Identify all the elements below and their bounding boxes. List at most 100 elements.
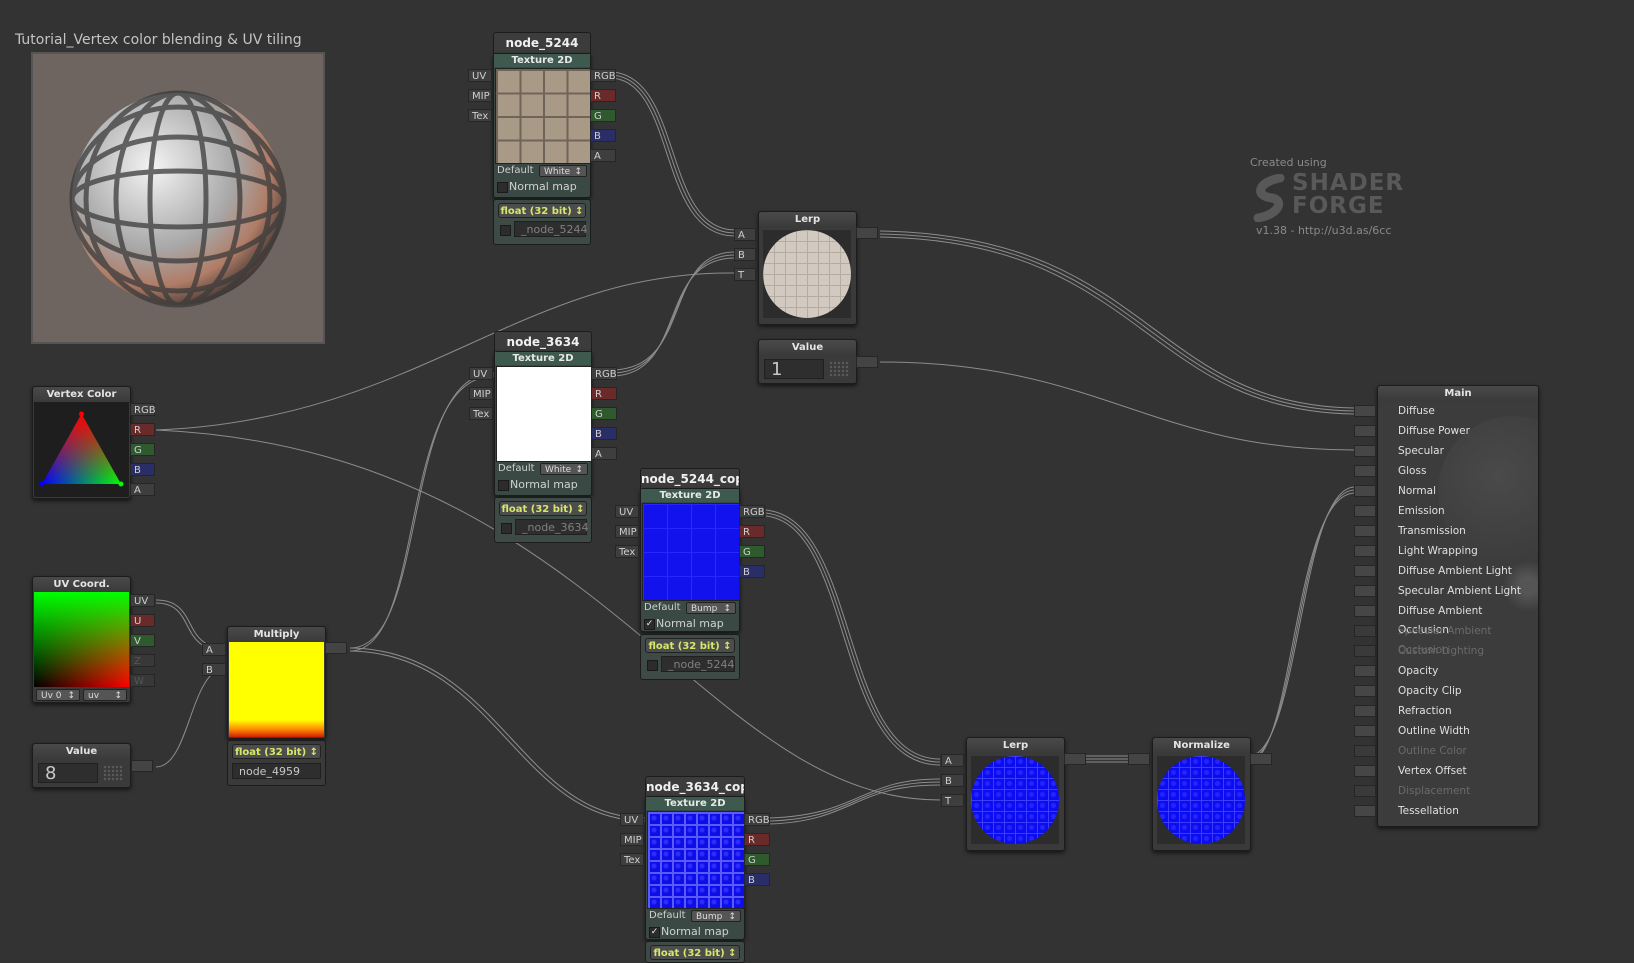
port-g[interactable]: G (130, 443, 155, 456)
port-mip[interactable]: MIP (620, 833, 644, 846)
main-input-port[interactable] (1354, 645, 1376, 657)
output-port[interactable] (1064, 753, 1086, 765)
output-port[interactable] (856, 356, 878, 368)
port-tex[interactable]: Tex (620, 853, 644, 866)
main-input-specular-ambient-light[interactable]: Specular Ambient Light (1378, 582, 1536, 601)
default-dropdown[interactable]: Bump ↕ (691, 910, 741, 922)
main-input-opacity[interactable]: Opacity (1378, 662, 1536, 681)
main-input-port[interactable] (1354, 405, 1376, 417)
port-b[interactable]: B (739, 565, 765, 578)
port-tex[interactable]: Tex (469, 407, 493, 420)
input-port[interactable] (1128, 753, 1150, 765)
output-port[interactable] (325, 642, 347, 654)
node-title[interactable]: node_3634 (494, 331, 592, 353)
normal-map-checkbox[interactable] (498, 480, 509, 491)
main-input-port[interactable] (1354, 625, 1376, 637)
main-input-port[interactable] (1354, 465, 1376, 477)
main-input-port[interactable] (1354, 665, 1376, 677)
main-input-port[interactable] (1354, 565, 1376, 577)
port-uv[interactable]: UV (469, 367, 493, 380)
precision-dropdown[interactable]: float (32 bit) ↕ (645, 638, 735, 653)
main-input-opacity-clip[interactable]: Opacity Clip (1378, 682, 1536, 701)
main-input-specular-ambient-occlusion[interactable]: Specular Ambient Occlusion (1378, 622, 1536, 656)
port-uv[interactable]: UV (468, 69, 492, 82)
port-r[interactable]: R (739, 525, 765, 538)
port-uv[interactable]: UV (615, 505, 639, 518)
uv-coord-node[interactable]: UV Coord. Uv 0 ↕ uv ↕ (32, 576, 131, 703)
main-input-port[interactable] (1354, 705, 1376, 717)
default-dropdown[interactable]: White ↕ (539, 165, 587, 177)
port-rgb[interactable]: RGB (744, 813, 770, 826)
property-checkbox[interactable] (501, 523, 512, 534)
normal-map-checkbox[interactable] (497, 182, 508, 193)
port-tex[interactable]: Tex (615, 545, 639, 558)
texture2d-node[interactable]: Texture 2D Default Bump ↕ ✓ Normal map (645, 796, 745, 940)
port-b[interactable]: B (130, 463, 155, 476)
port-v[interactable]: V (130, 634, 155, 647)
value-field[interactable]: 8 (38, 763, 98, 784)
lerp-node-top[interactable]: Lerp (758, 211, 857, 325)
main-input-port[interactable] (1354, 745, 1376, 757)
main-input-port[interactable] (1354, 425, 1376, 437)
main-input-outline-color[interactable]: Outline Color (1378, 742, 1536, 761)
property-name-field[interactable]: _node_5244 (661, 656, 735, 672)
port-u[interactable]: U (130, 614, 155, 627)
vertex-color-node[interactable]: Vertex Color (32, 386, 131, 499)
port-a[interactable]: A (734, 228, 756, 241)
port-a[interactable]: A (202, 643, 226, 656)
multiply-node[interactable]: Multiply (227, 626, 326, 739)
main-input-port[interactable] (1354, 505, 1376, 517)
port-t[interactable]: T (734, 268, 756, 281)
port-r[interactable]: R (130, 423, 155, 436)
material-preview[interactable] (31, 52, 325, 344)
texture2d-node[interactable]: Texture 2D Default Bump ↕ ✓ Normal map (640, 488, 740, 632)
node-title[interactable]: node_3634_copy (645, 776, 745, 798)
main-input-port[interactable] (1354, 785, 1376, 797)
node-title[interactable]: node_5244 (493, 32, 591, 54)
port-rgb[interactable]: RGB (130, 403, 156, 416)
port-b[interactable]: B (744, 873, 770, 886)
main-input-port[interactable] (1354, 585, 1376, 597)
main-input-emission[interactable]: Emission (1378, 502, 1536, 521)
drag-handle-icon[interactable] (829, 361, 849, 377)
uv-channel-dropdown[interactable]: Uv 0 ↕ (36, 689, 80, 701)
port-g[interactable]: G (739, 545, 765, 558)
property-name-field[interactable]: _node_3634 (515, 519, 588, 535)
main-input-port[interactable] (1354, 765, 1376, 777)
value-field[interactable]: 1 (764, 359, 824, 380)
main-input-diffuse-ambient-light[interactable]: Diffuse Ambient Light (1378, 562, 1536, 581)
port-r[interactable]: R (591, 387, 617, 400)
port-a[interactable]: A (590, 149, 616, 162)
main-input-port[interactable] (1354, 805, 1376, 817)
property-checkbox[interactable] (647, 660, 658, 671)
main-input-diffuse-power[interactable]: Diffuse Power (1378, 422, 1536, 441)
texture2d-node[interactable]: Texture 2D Default White ↕ Normal map (493, 53, 591, 198)
port-rgb[interactable]: RGB (591, 367, 617, 380)
port-w[interactable]: W (130, 674, 155, 687)
port-a[interactable]: A (941, 754, 964, 767)
output-port[interactable] (1250, 753, 1272, 765)
main-input-diffuse[interactable]: Diffuse (1378, 402, 1536, 421)
main-input-light-wrapping[interactable]: Light Wrapping (1378, 542, 1536, 561)
value-node-1[interactable]: Value 1 (758, 339, 857, 384)
precision-dropdown[interactable]: float (32 bit) ↕ (232, 744, 321, 759)
value-node-8[interactable]: Value 8 (32, 743, 131, 788)
main-input-port[interactable] (1354, 445, 1376, 457)
port-b[interactable]: B (202, 663, 226, 676)
main-input-specular[interactable]: Specular (1378, 442, 1536, 461)
property-checkbox[interactable] (500, 225, 511, 236)
node-title[interactable]: node_5244_copy (640, 468, 740, 490)
main-input-refraction[interactable]: Refraction (1378, 702, 1536, 721)
port-tex[interactable]: Tex (468, 109, 492, 122)
port-t[interactable]: T (941, 794, 964, 807)
port-uv[interactable]: UV (620, 813, 644, 826)
main-input-outline-width[interactable]: Outline Width (1378, 722, 1536, 741)
port-r[interactable]: R (590, 89, 616, 102)
main-input-port[interactable] (1354, 525, 1376, 537)
port-mip[interactable]: MIP (469, 387, 493, 400)
main-input-transmission[interactable]: Transmission (1378, 522, 1536, 541)
port-b[interactable]: B (734, 248, 756, 261)
main-input-port[interactable] (1354, 685, 1376, 697)
default-dropdown[interactable]: Bump ↕ (686, 602, 736, 614)
port-uv[interactable]: UV (130, 594, 155, 607)
